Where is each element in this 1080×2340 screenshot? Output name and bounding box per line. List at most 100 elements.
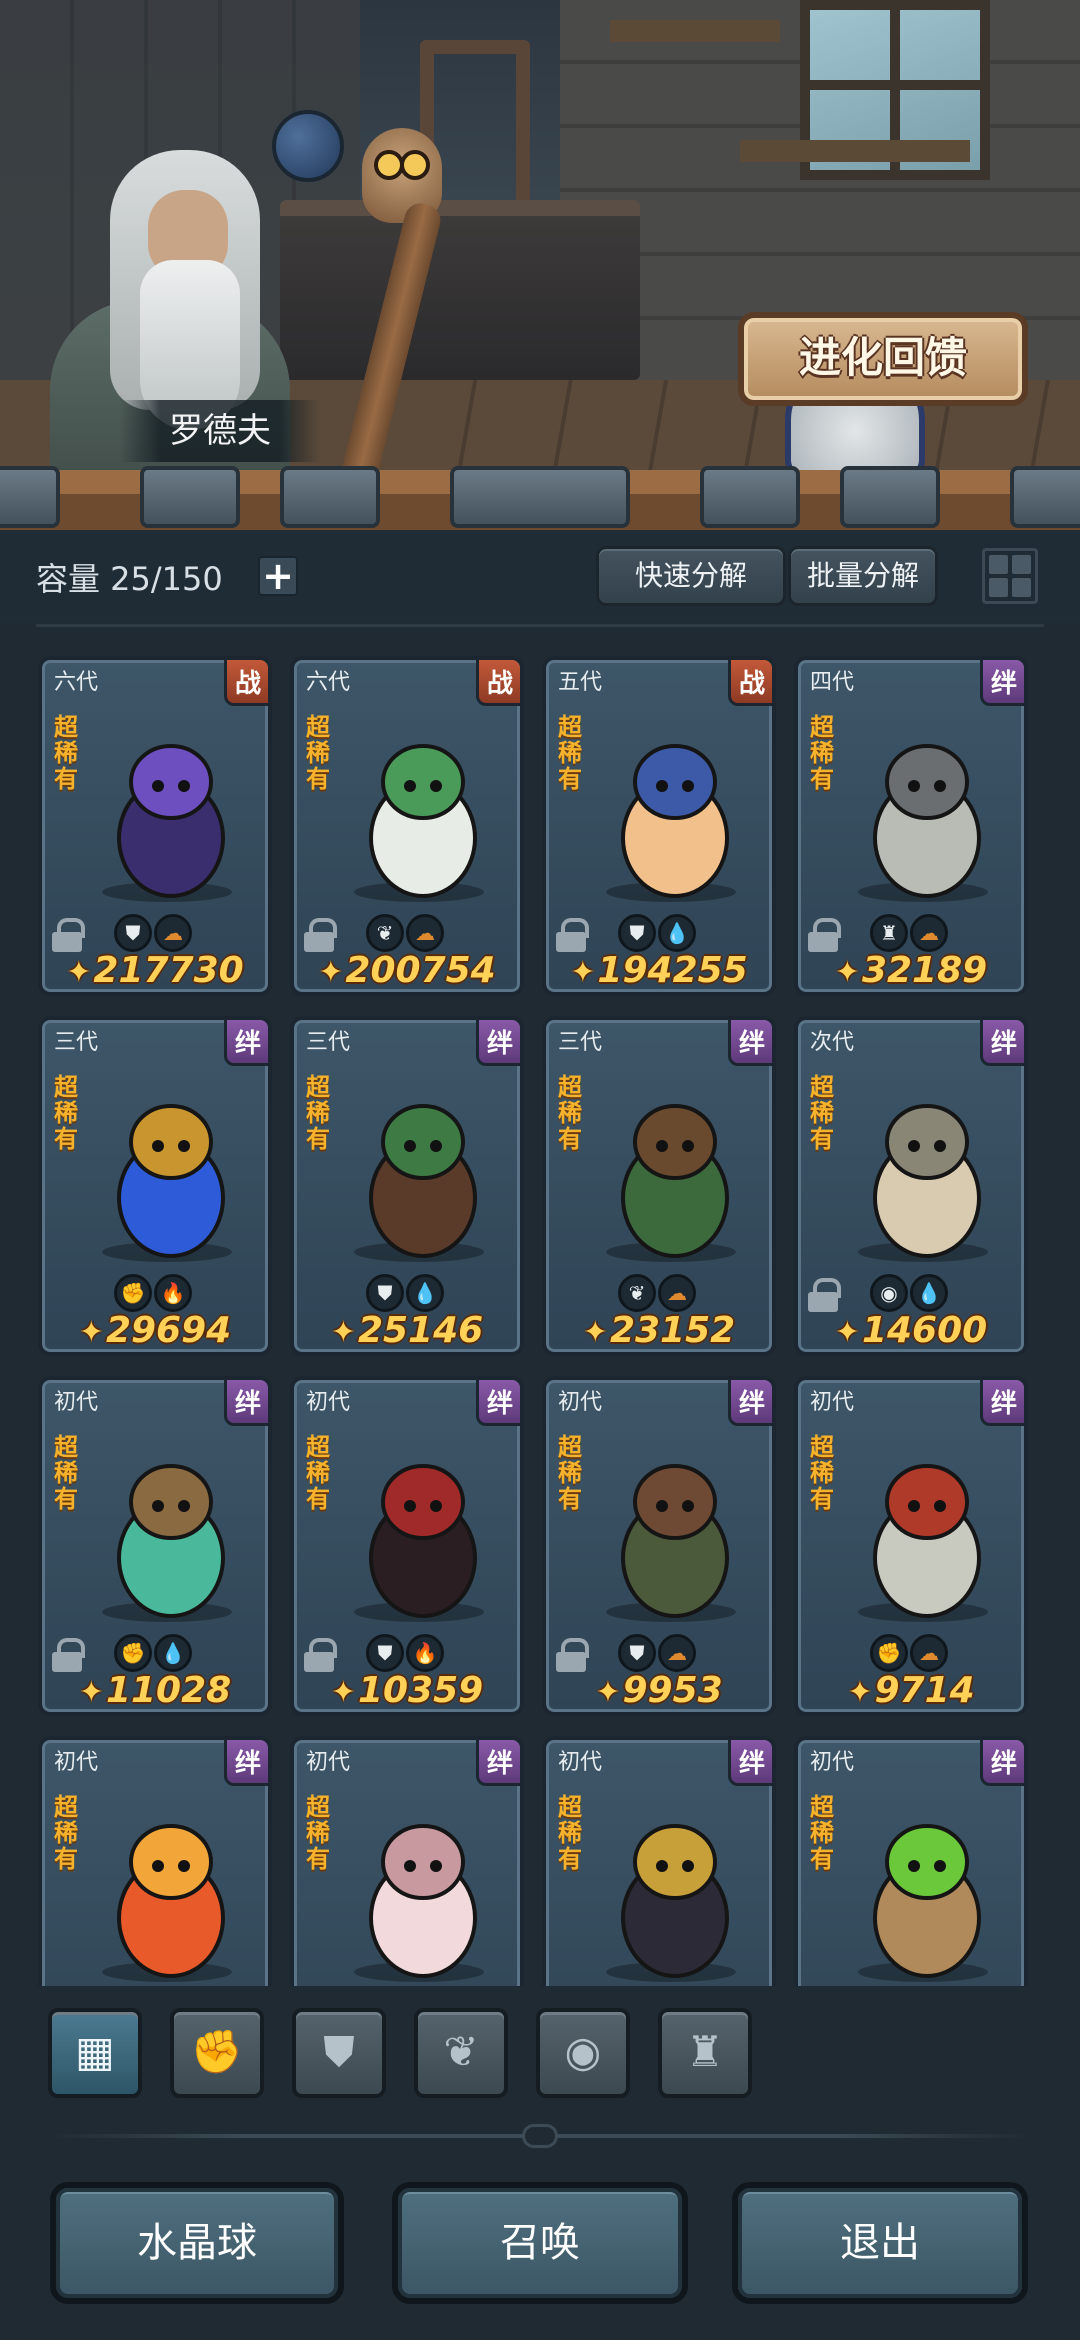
- filter-shield-icon[interactable]: ⛊: [292, 2008, 386, 2098]
- power-number: 10359: [357, 1670, 484, 1711]
- lock-icon[interactable]: [556, 1638, 589, 1672]
- quick-decompose-button[interactable]: 快速分解: [596, 546, 786, 606]
- shield-icon: ⛊: [114, 914, 152, 952]
- lock-icon[interactable]: [304, 1638, 337, 1672]
- creature-card[interactable]: 三代绊超稀有 ✊ 🔥 ✦29694: [38, 1016, 272, 1356]
- power-icon: ✦: [78, 1675, 104, 1710]
- type-badge: 战: [728, 660, 772, 706]
- power-number: 194255: [597, 950, 748, 991]
- type-badge: 战: [476, 660, 520, 706]
- fist-icon: ✊: [114, 1274, 152, 1312]
- power-number: 200754: [345, 950, 496, 991]
- creature-card[interactable]: 三代绊超稀有 ❦ ☁ ✦23152: [542, 1016, 776, 1356]
- divider-ornament: [522, 2124, 558, 2148]
- creature-card[interactable]: 初代 绊超稀有: [542, 1736, 776, 1986]
- shelf: [740, 140, 970, 162]
- plus-icon[interactable]: +: [258, 556, 298, 596]
- creature-portrait: [338, 1068, 508, 1268]
- generation-label: 初代: [306, 1750, 351, 1775]
- creature-card[interactable]: 三代绊超稀有 ⛊ 💧 ✦25146: [290, 1016, 524, 1356]
- creature-portrait: [842, 1788, 1012, 1986]
- earth-icon: ☁: [658, 1274, 696, 1312]
- earth-icon: ☁: [406, 914, 444, 952]
- stone-ledge: [0, 466, 1080, 530]
- power-value: ✦10359: [294, 1670, 520, 1711]
- batch-decompose-button[interactable]: 批量分解: [788, 546, 938, 606]
- generation-label: 初代: [810, 1390, 855, 1415]
- creature-card[interactable]: 初代 绊超稀有: [290, 1736, 524, 1986]
- type-badge: 绊: [980, 1740, 1024, 1786]
- generation-label: 初代: [306, 1390, 351, 1415]
- exit-button[interactable]: 退出: [732, 2182, 1028, 2304]
- lock-icon[interactable]: [304, 918, 337, 952]
- lock-icon[interactable]: [808, 918, 841, 952]
- creature-card[interactable]: 初代绊超稀有 ⛊ 🔥 ✦10359: [290, 1376, 524, 1716]
- creature-portrait: [842, 1428, 1012, 1628]
- creature-card[interactable]: 六代战超稀有 ⛊ ☁ ✦217730: [38, 656, 272, 996]
- creature-card[interactable]: 六代战超稀有 ❦ ☁ ✦200754: [290, 656, 524, 996]
- type-badge: 绊: [980, 1380, 1024, 1426]
- power-value: ✦25146: [294, 1310, 520, 1351]
- type-badge: 绊: [728, 1020, 772, 1066]
- evolution-reward-button[interactable]: 进化回馈: [738, 312, 1028, 406]
- lock-icon[interactable]: [808, 1278, 841, 1312]
- power-number: 11028: [105, 1670, 232, 1711]
- rarity-label: 超稀有: [54, 1433, 78, 1513]
- creature-card[interactable]: 初代 绊超稀有: [38, 1736, 272, 1986]
- filter-alien-icon[interactable]: ◉: [536, 2008, 630, 2098]
- rarity-label: 超稀有: [306, 1793, 330, 1873]
- fist-icon: ✊: [870, 1634, 908, 1672]
- generation-label: 六代: [306, 670, 351, 695]
- type-badge: 绊: [224, 1740, 268, 1786]
- rarity-label: 超稀有: [810, 713, 834, 793]
- power-number: 9714: [874, 1670, 975, 1711]
- creature-portrait: [842, 1068, 1012, 1268]
- creature-card[interactable]: 初代绊超稀有 ✊ ☁ ✦9714: [794, 1376, 1028, 1716]
- type-badge: 绊: [476, 1020, 520, 1066]
- creature-card[interactable]: 初代 绊超稀有: [794, 1736, 1028, 1986]
- type-badge: 绊: [980, 1020, 1024, 1066]
- power-number: 25146: [357, 1310, 484, 1351]
- fist-icon: ✊: [114, 1634, 152, 1672]
- rarity-label: 超稀有: [558, 1793, 582, 1873]
- creature-card[interactable]: 初代绊超稀有 ✊ 💧 ✦11028: [38, 1376, 272, 1716]
- power-value: ✦11028: [42, 1670, 268, 1711]
- tower-icon: ♜: [870, 914, 908, 952]
- lock-icon[interactable]: [52, 1638, 85, 1672]
- creature-portrait: [86, 1428, 256, 1628]
- filter-tower-icon[interactable]: ♜: [658, 2008, 752, 2098]
- creature-card[interactable]: 五代战超稀有 ⛊ 💧 ✦194255: [542, 656, 776, 996]
- rarity-label: 超稀有: [306, 1433, 330, 1513]
- creature-grid[interactable]: 六代战超稀有 ⛊ ☁ ✦217730 六代战超稀有 ❦ ☁ ✦200754 五代战超稀有 ⛊…: [38, 656, 1046, 1986]
- earth-icon: ☁: [910, 1634, 948, 1672]
- rarity-label: 超稀有: [306, 1073, 330, 1153]
- filter-fist-icon[interactable]: ✊: [170, 2008, 264, 2098]
- power-number: 14600: [861, 1310, 988, 1351]
- creature-card[interactable]: 初代绊超稀有 ⛊ ☁ ✦9953: [542, 1376, 776, 1716]
- creature-card[interactable]: 次代绊超稀有 ◉ 💧 ✦14600: [794, 1016, 1028, 1356]
- summon-button[interactable]: 召唤: [392, 2182, 688, 2304]
- crystal-ball-button[interactable]: 水晶球: [50, 2182, 344, 2304]
- filter-all-blocks-icon[interactable]: ▦: [48, 2008, 142, 2098]
- rarity-label: 超稀有: [54, 713, 78, 793]
- shield-icon: ⛊: [366, 1634, 404, 1672]
- fire-icon: 🔥: [406, 1634, 444, 1672]
- power-number: 32189: [861, 950, 988, 991]
- grid-view-icon[interactable]: [982, 548, 1038, 604]
- generation-label: 六代: [54, 670, 99, 695]
- power-icon: ✦: [78, 1315, 104, 1350]
- rarity-label: 超稀有: [810, 1073, 834, 1153]
- lock-icon[interactable]: [556, 918, 589, 952]
- creature-portrait: [86, 708, 256, 908]
- power-value: ✦29694: [42, 1310, 268, 1351]
- water-icon: 💧: [658, 914, 696, 952]
- scene-background: 罗德夫 进化回馈: [0, 0, 1080, 500]
- filter-sprout-icon[interactable]: ❦: [414, 2008, 508, 2098]
- rarity-label: 超稀有: [306, 713, 330, 793]
- generation-label: 初代: [558, 1750, 603, 1775]
- shield-icon: ⛊: [618, 1634, 656, 1672]
- rarity-label: 超稀有: [810, 1793, 834, 1873]
- lock-icon[interactable]: [52, 918, 85, 952]
- earth-icon: ☁: [154, 914, 192, 952]
- creature-card[interactable]: 四代绊超稀有 ♜ ☁ ✦32189: [794, 656, 1028, 996]
